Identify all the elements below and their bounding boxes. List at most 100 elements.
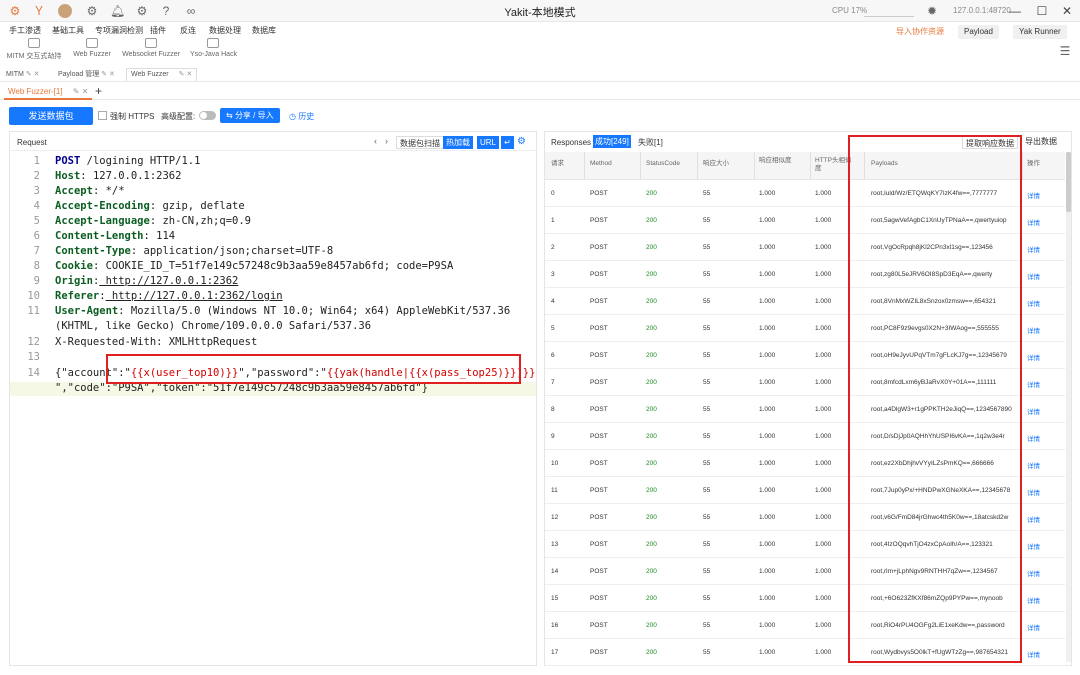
detail-link[interactable]: 详情 xyxy=(1027,568,1040,578)
detail-link[interactable]: 详情 xyxy=(1027,352,1040,362)
table-cell: 1.000 xyxy=(759,298,776,305)
settings-icon[interactable]: ⚙ xyxy=(517,136,526,147)
line-number: 9 xyxy=(33,275,40,287)
quick-tool-mitm[interactable]: MITM 交互式劫持 xyxy=(6,38,62,62)
col-header[interactable]: 请求 xyxy=(551,160,564,168)
detail-link[interactable]: 详情 xyxy=(1027,298,1040,308)
chevron-right-icon[interactable]: › xyxy=(385,136,388,146)
request-title: Request xyxy=(17,138,47,147)
table-cell: POST xyxy=(590,460,608,467)
engine-icon[interactable]: ✹ xyxy=(925,4,939,18)
close-icon[interactable]: ✕ xyxy=(34,71,40,78)
gear-icon[interactable]: ⚙ xyxy=(135,4,149,18)
menu-manual-pentest[interactable]: 手工渗透 xyxy=(9,25,41,36)
table-cell: 1.000 xyxy=(759,595,776,602)
payload-button[interactable]: Payload xyxy=(958,25,999,39)
table-cell: 1.000 xyxy=(759,487,776,494)
packet-scan-button[interactable]: 数据包扫描 xyxy=(396,136,444,149)
quick-tool-websocket-fuzzer[interactable]: Websocket Fuzzer xyxy=(122,38,180,62)
table-cell: 3 xyxy=(551,271,555,278)
wrap-icon[interactable]: ↵ xyxy=(501,136,514,149)
menu-vuln-detection[interactable]: 专项漏洞检测 xyxy=(95,25,143,36)
quick-tool-web-fuzzer[interactable]: Web Fuzzer xyxy=(70,38,114,62)
edit-icon[interactable]: ✎ xyxy=(73,87,80,96)
menu-basic-tools[interactable]: 基础工具 xyxy=(52,25,84,36)
history-button[interactable]: ◷ 历史 xyxy=(289,111,314,122)
edit-icon[interactable]: ✎ xyxy=(101,71,107,78)
detail-link[interactable]: 详情 xyxy=(1027,433,1040,443)
bell-icon[interactable]: 🔔︎ xyxy=(110,4,125,18)
detail-link[interactable]: 详情 xyxy=(1027,325,1040,335)
col-header[interactable]: Method xyxy=(590,160,612,168)
close-icon[interactable]: ✕ xyxy=(109,71,115,78)
maximize-button[interactable]: ☐ xyxy=(1032,2,1052,20)
table-cell: 200 xyxy=(646,460,657,467)
detail-link[interactable]: 详情 xyxy=(1027,622,1040,632)
table-cell: 12 xyxy=(551,514,559,521)
detail-link[interactable]: 详情 xyxy=(1027,406,1040,416)
table-cell: POST xyxy=(590,379,608,386)
code-line: Accept: */* xyxy=(55,185,125,197)
export-data-button[interactable]: 导出数据 xyxy=(1025,136,1057,147)
detail-link[interactable]: 详情 xyxy=(1027,487,1040,497)
table-cell: 1.000 xyxy=(815,379,832,386)
table-cell: 7 xyxy=(551,379,555,386)
menu-plugins[interactable]: 插件 xyxy=(150,25,166,36)
detail-link[interactable]: 详情 xyxy=(1027,244,1040,254)
detail-link[interactable]: 详情 xyxy=(1027,541,1040,551)
settings-icon[interactable]: ⚙ xyxy=(85,4,99,18)
menu-reverse[interactable]: 反连 xyxy=(180,25,196,36)
detail-link[interactable]: 详情 xyxy=(1027,649,1040,659)
detail-link[interactable]: 详情 xyxy=(1027,460,1040,470)
link-icon[interactable]: ∞ xyxy=(184,4,198,18)
avatar[interactable] xyxy=(58,4,72,18)
menu-collapse-icon[interactable]: ☰ xyxy=(1058,44,1072,58)
success-tab[interactable]: 成功[249] xyxy=(593,135,631,148)
detail-link[interactable]: 详情 xyxy=(1027,514,1040,524)
tab-web-fuzzer-1[interactable]: Web Fuzzer-[1] ✎ ✕ xyxy=(4,85,93,100)
scrollbar-thumb[interactable] xyxy=(1066,152,1071,212)
col-header[interactable]: StatusCode xyxy=(646,160,680,168)
yso-java-icon xyxy=(207,38,219,48)
yak-runner-button[interactable]: Yak Runner xyxy=(1013,25,1067,39)
help-icon[interactable]: ? xyxy=(159,4,173,18)
tab-web-fuzzer[interactable]: Web Fuzzer ✎ ✕ xyxy=(126,68,198,81)
fail-tab[interactable]: 失败[1] xyxy=(638,137,663,148)
edit-icon[interactable]: ✎ xyxy=(179,71,185,78)
table-cell: 200 xyxy=(646,595,657,602)
detail-link[interactable]: 详情 xyxy=(1027,190,1040,200)
yak-icon[interactable]: Ｙ xyxy=(32,4,46,18)
send-packet-button[interactable]: 发送数据包 xyxy=(9,107,93,125)
tab-payload-manager[interactable]: Payload 管理 ✎ ✕ xyxy=(54,69,119,82)
menu-database[interactable]: 数据库 xyxy=(252,25,276,36)
detail-link[interactable]: 详情 xyxy=(1027,595,1040,605)
table-cell: 1.000 xyxy=(815,568,832,575)
add-tab-icon[interactable]: + xyxy=(95,84,102,98)
detail-link[interactable]: 详情 xyxy=(1027,379,1040,389)
col-header[interactable]: 操作 xyxy=(1027,160,1040,168)
detail-link[interactable]: 详情 xyxy=(1027,217,1040,227)
table-cell: POST xyxy=(590,568,608,575)
edit-icon[interactable]: ✎ xyxy=(26,71,32,78)
quick-tool-yso-java[interactable]: Yso-Java Hack xyxy=(190,38,237,62)
web-fuzzer-icon xyxy=(86,38,98,48)
chevron-left-icon[interactable]: ‹ xyxy=(374,136,377,146)
close-icon[interactable]: ✕ xyxy=(82,87,89,96)
url-button[interactable]: URL xyxy=(477,136,500,149)
tab-mitm[interactable]: MITM ✎ ✕ xyxy=(2,69,44,82)
import-resources-link[interactable]: 导入协作资源 xyxy=(896,26,944,37)
close-icon[interactable]: ✕ xyxy=(186,71,192,78)
minimize-button[interactable]: — xyxy=(1005,2,1025,20)
advanced-config-toggle[interactable] xyxy=(199,111,216,120)
detail-link[interactable]: 详情 xyxy=(1027,271,1040,281)
table-cell: POST xyxy=(590,541,608,548)
col-header[interactable]: 响应大小 xyxy=(703,160,729,168)
share-import-button[interactable]: ⇆ 分享 / 导入 xyxy=(220,108,280,123)
hot-load-button[interactable]: 热加载 xyxy=(443,136,473,149)
force-https-checkbox[interactable] xyxy=(98,111,107,120)
table-cell: 1.000 xyxy=(759,568,776,575)
close-button[interactable]: ✕ xyxy=(1057,2,1077,20)
col-header[interactable]: 响应相似度 xyxy=(759,157,799,165)
menu-data-processing[interactable]: 数据处理 xyxy=(209,25,241,36)
scrollbar[interactable] xyxy=(1066,152,1071,662)
